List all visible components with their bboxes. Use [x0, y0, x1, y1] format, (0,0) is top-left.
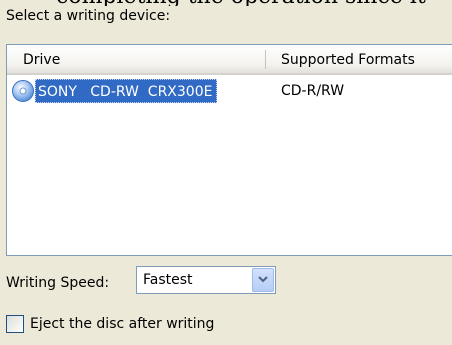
writing-speed-label: Writing Speed:	[6, 275, 110, 291]
eject-checkbox[interactable]	[6, 315, 24, 333]
device-drive-name[interactable]: SONY CD-RW CRX300E	[35, 79, 218, 103]
column-header-drive[interactable]: Drive	[7, 45, 265, 73]
writing-speed-dropdown-button[interactable]	[252, 268, 274, 292]
clipped-text-above: completing the operation since it	[0, 0, 452, 6]
device-list[interactable]: Drive Supported Formats SONY CD-RW CRX30…	[6, 44, 452, 256]
device-supported-formats: CD-R/RW	[281, 83, 345, 99]
device-list-header: Drive Supported Formats	[7, 45, 452, 75]
chevron-down-icon	[258, 276, 268, 283]
writing-speed-value: Fastest	[143, 272, 193, 288]
cd-drive-icon	[11, 79, 35, 103]
eject-checkbox-label[interactable]: Eject the disc after writing	[30, 312, 214, 336]
column-header-formats[interactable]: Supported Formats	[265, 45, 452, 73]
device-row[interactable]: SONY CD-RW CRX300E CD-R/RW	[7, 77, 452, 105]
writing-speed-select[interactable]: Fastest	[136, 266, 276, 294]
device-prompt-label: Select a writing device:	[6, 8, 171, 24]
